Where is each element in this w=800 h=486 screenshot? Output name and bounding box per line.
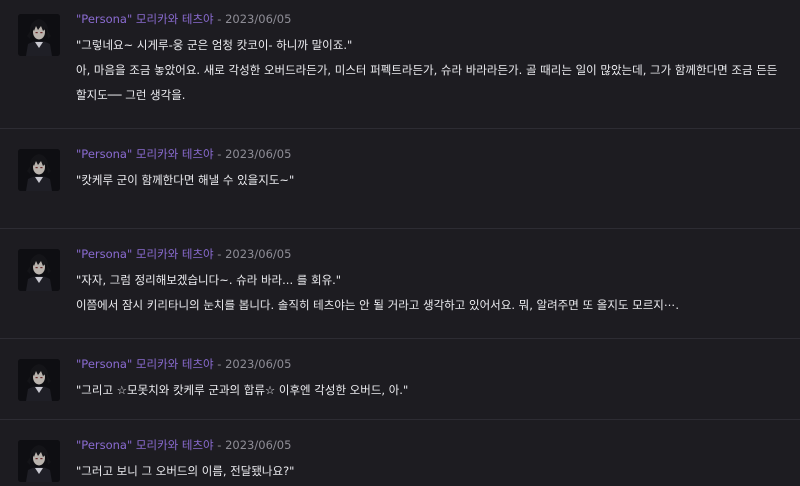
meta-separator: - <box>213 147 226 161</box>
author-name[interactable]: "Persona" 모리카와 테츠야 <box>76 247 214 261</box>
comment-item: "Persona" 모리카와 테츠야 - 2023/06/05 "캇케루 군이 … <box>0 129 800 229</box>
comment-text: "그러고 보니 그 오버드의 이름, 전달됐나요?" <box>76 464 295 478</box>
comment-meta: "Persona" 모리카와 테츠야 - 2023/06/05 <box>76 438 800 454</box>
comment-item: "Persona" 모리카와 테츠야 - 2023/06/05 "그렇네요~ 시… <box>0 0 800 129</box>
comment-item: "Persona" 모리카와 테츠야 - 2023/06/05 "그러고 보니 … <box>0 420 800 486</box>
character-portrait-icon <box>18 149 60 191</box>
comment-date[interactable]: 2023/06/05 <box>225 12 291 26</box>
author-name[interactable]: "Persona" 모리카와 테츠야 <box>76 12 214 26</box>
comment-date[interactable]: 2023/06/05 <box>225 438 291 452</box>
comment-text: "그리고 ☆모못치와 캇케루 군과의 합류☆ 이후엔 각성한 오버드, 아." <box>76 383 409 397</box>
character-portrait-icon <box>18 440 60 482</box>
meta-separator: - <box>213 12 226 26</box>
avatar[interactable] <box>18 440 60 482</box>
comment-text: "그렇네요~ 시게루-웅 군은 엄청 캇코이- 하니까 말이죠." 아, 마음을… <box>76 38 778 102</box>
meta-separator: - <box>213 247 226 261</box>
character-portrait-icon <box>18 14 60 56</box>
comment-item: "Persona" 모리카와 테츠야 - 2023/06/05 "자자, 그럼 … <box>0 229 800 339</box>
comment-text: "캇케루 군이 함께한다면 해낼 수 있을지도~" <box>76 173 295 187</box>
comment-meta: "Persona" 모리카와 테츠야 - 2023/06/05 <box>76 247 800 263</box>
comment-meta: "Persona" 모리카와 테츠야 - 2023/06/05 <box>76 147 800 163</box>
comment-item: "Persona" 모리카와 테츠야 - 2023/06/05 "그리고 ☆모못… <box>0 339 800 420</box>
avatar[interactable] <box>18 249 60 291</box>
avatar[interactable] <box>18 149 60 191</box>
comment-meta: "Persona" 모리카와 테츠야 - 2023/06/05 <box>76 357 800 373</box>
comment-text: "자자, 그럼 정리해보겠습니다~. 슈라 바라... 를 회유." 이쯤에서 … <box>76 273 680 312</box>
avatar[interactable] <box>18 14 60 56</box>
character-portrait-icon <box>18 359 60 401</box>
meta-separator: - <box>213 357 226 371</box>
meta-separator: - <box>213 438 226 452</box>
author-name[interactable]: "Persona" 모리카와 테츠야 <box>76 357 214 371</box>
character-portrait-icon <box>18 249 60 291</box>
avatar[interactable] <box>18 359 60 401</box>
comment-date[interactable]: 2023/06/05 <box>225 247 291 261</box>
author-name[interactable]: "Persona" 모리카와 테츠야 <box>76 438 214 452</box>
author-name[interactable]: "Persona" 모리카와 테츠야 <box>76 147 214 161</box>
comment-date[interactable]: 2023/06/05 <box>225 147 291 161</box>
comment-meta: "Persona" 모리카와 테츠야 - 2023/06/05 <box>76 12 800 28</box>
comment-date[interactable]: 2023/06/05 <box>225 357 291 371</box>
comment-feed: "Persona" 모리카와 테츠야 - 2023/06/05 "그렇네요~ 시… <box>0 0 800 486</box>
